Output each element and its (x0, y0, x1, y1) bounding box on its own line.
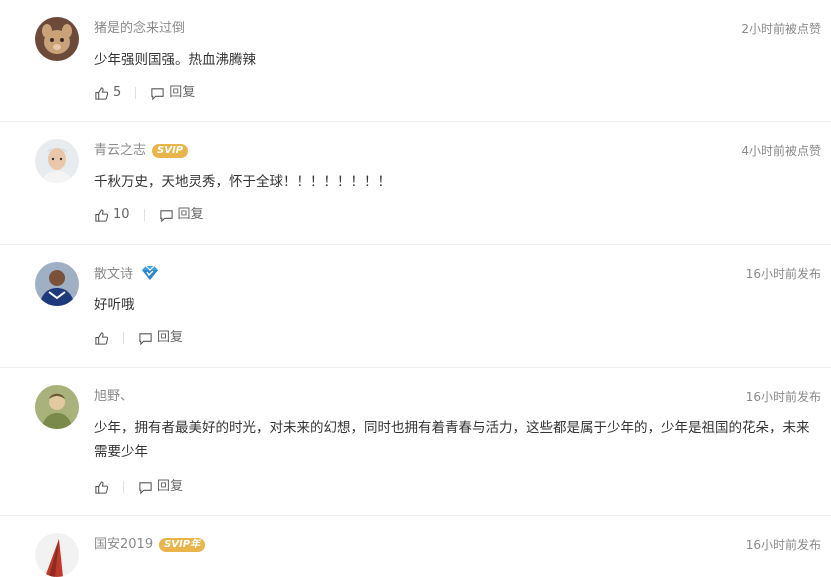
reply-label: 回复 (157, 330, 184, 345)
reply-button[interactable]: 回复 (138, 330, 183, 346)
thumbs-up-icon (95, 208, 109, 222)
user-avatar[interactable] (35, 139, 79, 183)
like-button[interactable]: 10 (94, 207, 130, 223)
comment-item: 猪是的念来过倒 2小时前被点赞 少年强则国强。热血沸腾辣 5 回复 (0, 0, 831, 122)
action-divider (123, 481, 124, 493)
comment-content: 千秋万史，天地灵秀，怀于全球！！！！！！！！ (94, 174, 391, 190)
diamond-icon (141, 265, 159, 287)
username-text[interactable]: 散文诗 (94, 267, 133, 282)
username-text[interactable]: 旭野、 (94, 389, 133, 404)
speech-bubble-icon (151, 87, 164, 100)
username-text[interactable]: 猪是的念来过倒 (94, 21, 185, 36)
speech-bubble-icon (139, 481, 152, 494)
thumbs-up-icon (95, 86, 109, 100)
comment-time: 4小时前被点赞 (741, 144, 821, 158)
comment-actions: 回复 (94, 479, 183, 495)
comment-item: 国安2019 SVIP年 16小时前发布 (0, 516, 831, 577)
like-button[interactable] (94, 331, 109, 346)
user-avatar[interactable] (35, 17, 79, 61)
reply-label: 回复 (177, 207, 204, 222)
username[interactable]: 青云之志 SVIP (94, 142, 189, 160)
svip-badge: SVIP年 (159, 538, 206, 552)
username-text[interactable]: 国安2019 (94, 537, 153, 552)
comment-content: 少年强则国强。热血沸腾辣 (94, 52, 256, 68)
action-divider (135, 87, 137, 99)
username[interactable]: 散文诗 (94, 265, 159, 287)
comment-time: 16小时前发布 (745, 538, 821, 552)
reply-button[interactable]: 回复 (150, 85, 195, 101)
username-text[interactable]: 青云之志 (94, 143, 146, 158)
speech-bubble-icon (159, 209, 173, 222)
like-button[interactable]: 5 (94, 85, 121, 101)
user-avatar[interactable] (35, 533, 79, 577)
thumbs-up-icon (95, 480, 109, 494)
comment-item: 散文诗 16小时前发布 好听哦 回复 (0, 245, 831, 368)
action-divider (123, 332, 124, 344)
username[interactable]: 国安2019 SVIP年 (94, 536, 206, 554)
comment-actions: 5 回复 (94, 85, 195, 101)
reply-button[interactable]: 回复 (159, 207, 204, 223)
comment-item: 旭野、 16小时前发布 少年，拥有者最美好的时光，对未来的幻想，同时也拥有着青春… (0, 368, 831, 516)
thumbs-up-icon (95, 331, 109, 345)
comment-content: 少年，拥有者最美好的时光，对未来的幻想，同时也拥有着青春与活力，这些都是属于少年… (94, 420, 810, 460)
like-count: 10 (113, 207, 130, 222)
reply-button[interactable]: 回复 (138, 479, 183, 495)
like-button[interactable] (94, 480, 109, 495)
comment-actions: 回复 (94, 330, 183, 346)
username[interactable]: 猪是的念来过倒 (94, 20, 185, 38)
reply-label: 回复 (169, 85, 196, 100)
comment-actions: 10 回复 (94, 207, 204, 223)
action-divider (143, 209, 145, 221)
user-avatar[interactable] (35, 262, 79, 306)
svip-badge: SVIP (152, 144, 189, 158)
user-avatar[interactable] (35, 385, 79, 429)
username[interactable]: 旭野、 (94, 388, 133, 406)
like-count: 5 (113, 85, 122, 100)
comment-list: 猪是的念来过倒 2小时前被点赞 少年强则国强。热血沸腾辣 5 回复 青云之志 S… (0, 0, 831, 577)
comment-content: 好听哦 (94, 297, 135, 313)
comment-item: 青云之志 SVIP 4小时前被点赞 千秋万史，天地灵秀，怀于全球！！！！！！！！ … (0, 122, 831, 245)
speech-bubble-icon (139, 332, 152, 345)
comment-time: 16小时前发布 (745, 267, 821, 281)
reply-label: 回复 (157, 479, 184, 494)
comment-time: 16小时前发布 (745, 390, 821, 404)
comment-time: 2小时前被点赞 (741, 22, 821, 36)
